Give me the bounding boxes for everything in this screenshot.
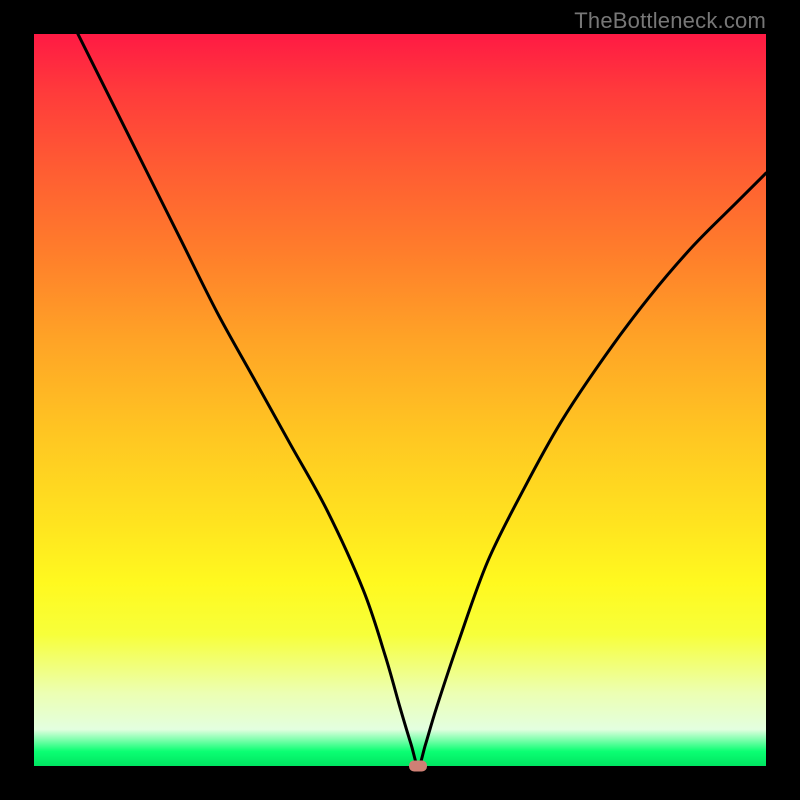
watermark-text: TheBottleneck.com xyxy=(574,8,766,34)
chart-frame: TheBottleneck.com xyxy=(0,0,800,800)
plot-area xyxy=(34,34,766,766)
